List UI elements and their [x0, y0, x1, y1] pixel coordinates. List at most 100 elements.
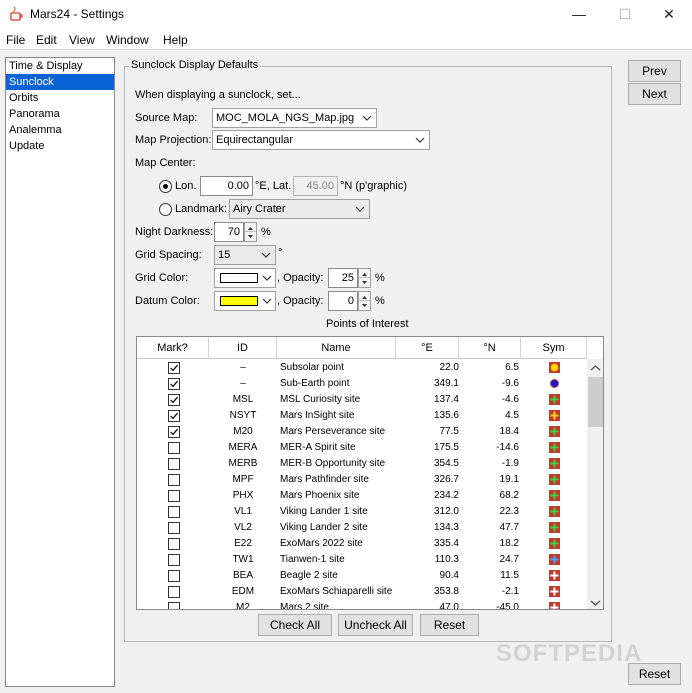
- table-scrollbar[interactable]: [587, 359, 603, 609]
- sym-cell[interactable]: [521, 488, 587, 504]
- sym-cell[interactable]: [521, 424, 587, 440]
- uncheck-all-button[interactable]: Uncheck All: [338, 614, 413, 636]
- name-cell: Mars InSight site: [280, 410, 355, 421]
- sym-cell[interactable]: [521, 584, 587, 600]
- scroll-up-icon[interactable]: [590, 364, 601, 372]
- next-button[interactable]: Next: [628, 83, 681, 105]
- table-row[interactable]: MERB MER-B Opportunity site 354.5 -1.9: [137, 456, 587, 472]
- prev-button[interactable]: Prev: [628, 60, 681, 82]
- table-row[interactable]: PHX Mars Phoenix site 234.2 68.2: [137, 488, 587, 504]
- table-row[interactable]: MSL MSL Curiosity site 137.4 -4.6: [137, 392, 587, 408]
- mark-checkbox[interactable]: [168, 554, 180, 566]
- menu-file[interactable]: File: [6, 33, 25, 47]
- maximize-button[interactable]: ☐: [602, 0, 648, 30]
- mark-checkbox[interactable]: [168, 378, 180, 390]
- sidebar-item-panorama[interactable]: Panorama: [6, 106, 114, 122]
- sidebar-item-analemma[interactable]: Analemma: [6, 122, 114, 138]
- mark-checkbox[interactable]: [168, 442, 180, 454]
- mark-checkbox[interactable]: [168, 490, 180, 502]
- table-row[interactable]: MERA MER-A Spirit site 175.5 -14.6: [137, 440, 587, 456]
- landmark-radio[interactable]: [159, 203, 172, 216]
- table-row[interactable]: NSYT Mars InSight site 135.6 4.5: [137, 408, 587, 424]
- menu-edit[interactable]: Edit: [36, 33, 57, 47]
- sym-cell[interactable]: [521, 408, 587, 424]
- latitude-input[interactable]: 45.00: [293, 176, 338, 196]
- source-map-combo[interactable]: MOC_MOLA_NGS_Map.jpg: [212, 108, 377, 128]
- reset-points-button[interactable]: Reset: [420, 614, 479, 636]
- landmark-combo[interactable]: Airy Crater: [229, 199, 370, 219]
- projection-combo[interactable]: Equirectangular: [212, 130, 430, 150]
- menu-window[interactable]: Window: [106, 33, 149, 47]
- col-header-east[interactable]: °E: [396, 337, 459, 359]
- check-all-button[interactable]: Check All: [258, 614, 332, 636]
- table-row[interactable]: – Subsolar point 22.0 6.5: [137, 360, 587, 376]
- table-row[interactable]: E22 ExoMars 2022 site 335.4 18.2: [137, 536, 587, 552]
- col-header-name[interactable]: Name: [277, 337, 396, 359]
- datum-opacity-spinner[interactable]: [358, 291, 371, 311]
- sidebar-item-update[interactable]: Update: [6, 138, 114, 154]
- mark-checkbox[interactable]: [168, 458, 180, 470]
- reset-button[interactable]: Reset: [628, 663, 681, 685]
- mark-checkbox[interactable]: [168, 426, 180, 438]
- night-darkness-spinner[interactable]: [244, 222, 257, 242]
- table-row[interactable]: M2 Mars 2 site 47.0 -45.0: [137, 600, 587, 609]
- sym-cell[interactable]: [521, 392, 587, 408]
- scroll-down-icon[interactable]: [590, 599, 601, 607]
- sym-cell[interactable]: [521, 472, 587, 488]
- col-header-id[interactable]: ID: [209, 337, 277, 359]
- sym-cell[interactable]: [521, 440, 587, 456]
- mark-checkbox[interactable]: [168, 538, 180, 550]
- table-row[interactable]: VL2 Viking Lander 2 site 134.3 47.7: [137, 520, 587, 536]
- sym-cell[interactable]: [521, 360, 587, 376]
- minimize-button[interactable]: —: [556, 0, 602, 30]
- cross-symbol-icon: [549, 570, 560, 581]
- mark-checkbox[interactable]: [168, 506, 180, 518]
- mark-checkbox[interactable]: [168, 522, 180, 534]
- grid-spacing-combo[interactable]: 15: [214, 245, 276, 265]
- sym-cell[interactable]: [521, 568, 587, 584]
- col-header-mark[interactable]: Mark?: [137, 337, 209, 359]
- table-row[interactable]: – Sub-Earth point 349.1 -9.6: [137, 376, 587, 392]
- datum-color-picker[interactable]: [214, 291, 276, 311]
- grid-color-picker[interactable]: [214, 268, 276, 288]
- sidebar-item-orbits[interactable]: Orbits: [6, 90, 114, 106]
- menu-view[interactable]: View: [69, 33, 95, 47]
- close-button[interactable]: ✕: [646, 0, 692, 30]
- sym-cell[interactable]: [521, 456, 587, 472]
- table-row[interactable]: TW1 Tianwen-1 site 110.3 24.7: [137, 552, 587, 568]
- datum-opacity-input[interactable]: 0: [328, 291, 358, 311]
- table-row[interactable]: MPF Mars Pathfinder site 326.7 19.1: [137, 472, 587, 488]
- table-row[interactable]: M20 Mars Perseverance site 77.5 18.4: [137, 424, 587, 440]
- sidebar-item-time-display[interactable]: Time & Display: [6, 58, 114, 74]
- scrollbar-thumb[interactable]: [588, 377, 603, 427]
- col-header-north[interactable]: °N: [459, 337, 521, 359]
- menu-help[interactable]: Help: [163, 33, 188, 47]
- grid-opacity-spinner[interactable]: [358, 268, 371, 288]
- table-row[interactable]: BEA Beagle 2 site 90.4 11.5: [137, 568, 587, 584]
- id-cell: E22: [234, 538, 252, 549]
- col-header-sym[interactable]: Sym: [521, 337, 587, 359]
- sym-cell[interactable]: [521, 520, 587, 536]
- mark-checkbox[interactable]: [168, 410, 180, 422]
- table-row[interactable]: EDM ExoMars Schiaparelli site 353.8 -2.1: [137, 584, 587, 600]
- night-darkness-input[interactable]: 70: [214, 222, 244, 242]
- sym-cell[interactable]: [521, 552, 587, 568]
- grid-opacity-input[interactable]: 25: [328, 268, 358, 288]
- longitude-input[interactable]: 0.00: [200, 176, 253, 196]
- spin-down-icon: [362, 281, 367, 284]
- lon-lat-radio[interactable]: [159, 180, 172, 193]
- mark-checkbox[interactable]: [168, 570, 180, 582]
- table-row[interactable]: VL1 Viking Lander 1 site 312.0 22.3: [137, 504, 587, 520]
- sidebar-item-sunclock[interactable]: Sunclock: [6, 74, 114, 90]
- sym-cell[interactable]: [521, 600, 587, 609]
- mark-checkbox[interactable]: [168, 362, 180, 374]
- mark-checkbox[interactable]: [168, 474, 180, 486]
- mark-checkbox[interactable]: [168, 394, 180, 406]
- mark-checkbox[interactable]: [168, 602, 180, 609]
- sym-cell[interactable]: [521, 536, 587, 552]
- mark-checkbox[interactable]: [168, 586, 180, 598]
- east-cell: 22.0: [439, 362, 459, 373]
- sym-cell[interactable]: [521, 504, 587, 520]
- name-cell: MSL Curiosity site: [280, 394, 361, 405]
- sym-cell[interactable]: [521, 376, 587, 392]
